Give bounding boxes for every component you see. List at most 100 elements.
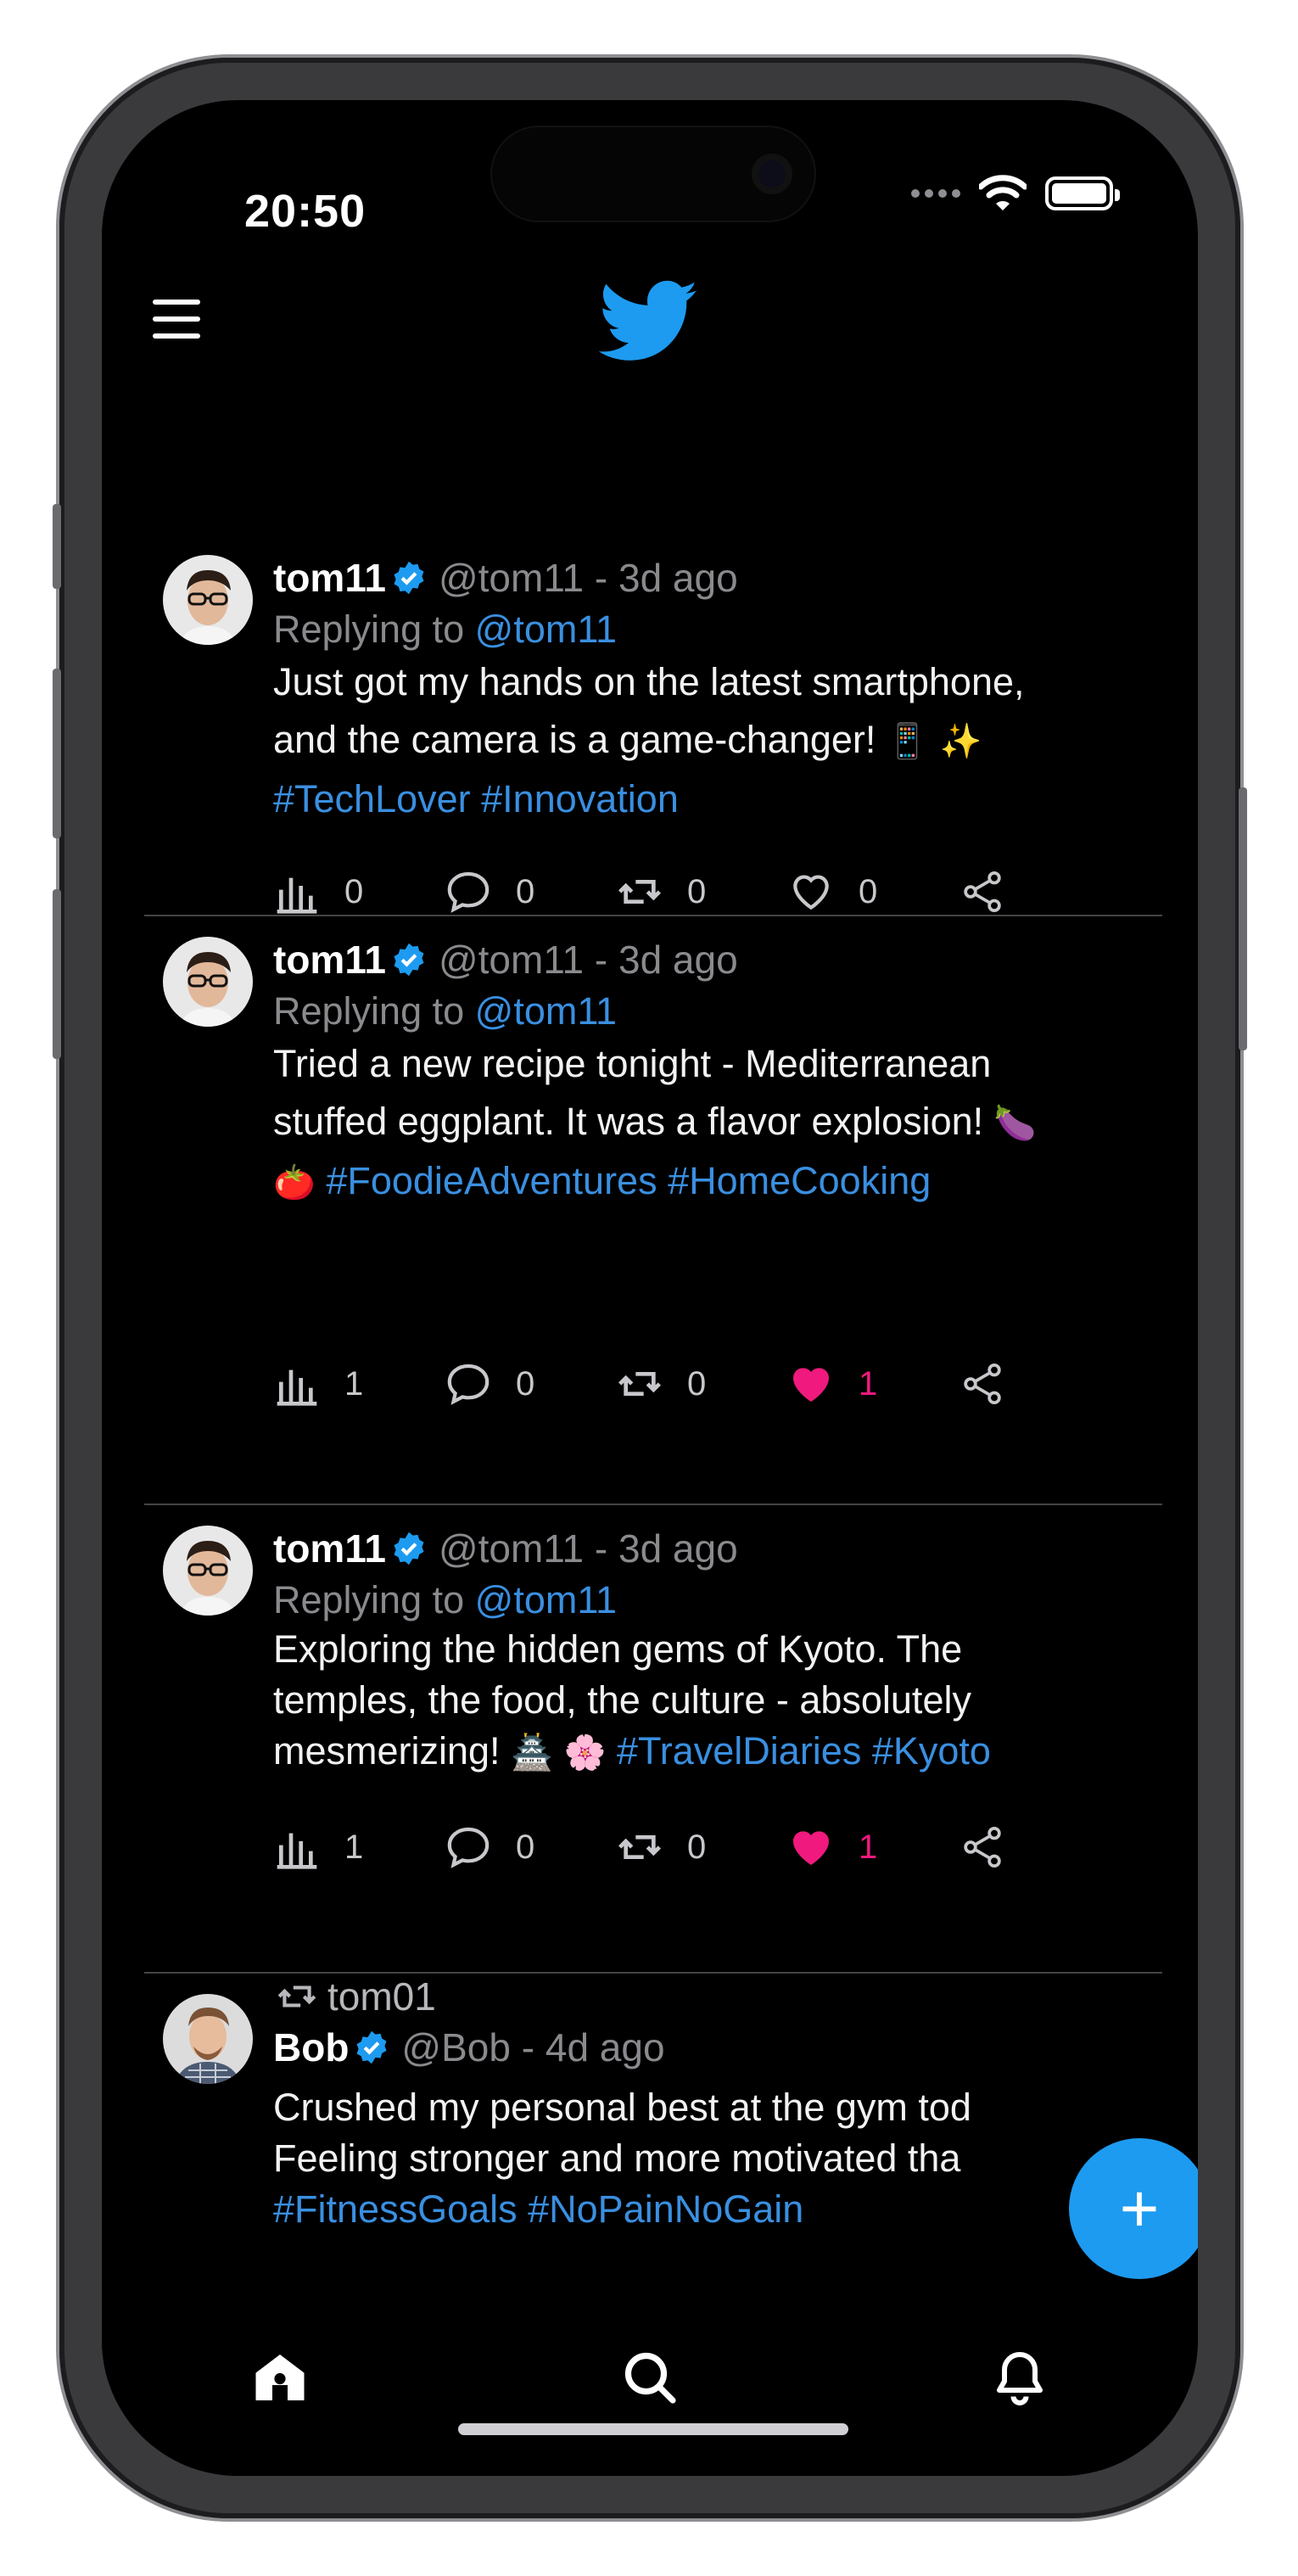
retweet-icon: [618, 1835, 661, 1859]
tweet-text-line: Crushed my personal best at the gym tod: [273, 2086, 971, 2129]
tweet-emoji: 📱 ✨: [886, 722, 982, 761]
tweet[interactable]: tom11 @tom11 - 3d ago Replying to @tom11…: [144, 916, 1162, 1505]
timestamp: 3d ago: [618, 1526, 738, 1571]
hashtag-links[interactable]: #FitnessGoals #NoPainNoGain: [273, 2187, 803, 2231]
reply-mention-link[interactable]: @tom11: [475, 1578, 617, 1621]
tweet-feed[interactable]: tom11 @tom11 - 3d ago Replying to @tom11…: [144, 440, 1162, 2279]
retweet-button[interactable]: 0: [616, 868, 787, 916]
heart-filled-icon: [793, 1368, 829, 1402]
author-name[interactable]: tom11: [273, 937, 386, 983]
bar-chart-icon: [277, 877, 317, 914]
views-button[interactable]: 1: [273, 1360, 445, 1408]
avatar[interactable]: [163, 555, 253, 645]
comment-icon: [447, 1364, 490, 1405]
views-button[interactable]: 1: [273, 1823, 445, 1871]
separator: -: [584, 556, 618, 600]
retweeted-by: tom01: [273, 1974, 1130, 2019]
hashtag-links[interactable]: #TechLover #Innovation: [273, 777, 679, 820]
avatar[interactable]: [163, 1526, 253, 1616]
like-count: 1: [859, 1828, 878, 1866]
author-name[interactable]: tom11: [273, 555, 386, 601]
twitter-bird-icon[interactable]: [599, 280, 699, 365]
tweet-header: tom11 @tom11 - 3d ago: [273, 1526, 1130, 1571]
author-name[interactable]: tom11: [273, 1526, 386, 1571]
volume-up-button: [53, 669, 61, 838]
like-button[interactable]: 1: [787, 1823, 959, 1871]
avatar[interactable]: [163, 1994, 253, 2084]
retweeted-by-name[interactable]: tom01: [327, 1974, 436, 2019]
screen: 20:50 tom11 @tom11 - 3d ago Replying to …: [102, 100, 1198, 2476]
tweet-text: Just got my hands on the latest smartpho…: [273, 653, 1130, 828]
comment-button[interactable]: 0: [445, 868, 616, 916]
tweet-text-line: and the camera is a game-changer!: [273, 718, 876, 761]
replying-to-label: Replying to: [273, 1578, 465, 1621]
author-handle: @Bob: [401, 2025, 511, 2069]
share-button[interactable]: [959, 1823, 1130, 1871]
reply-mention-link[interactable]: @tom11: [475, 989, 617, 1033]
verified-badge-icon: [394, 1532, 424, 1565]
tweet-emoji: 🍆: [993, 1104, 1037, 1143]
volume-down-button: [53, 889, 61, 1059]
views-button[interactable]: 0: [273, 868, 445, 916]
like-count: 1: [859, 1364, 878, 1403]
tweet[interactable]: tom11 @tom11 - 3d ago Replying to @tom11…: [144, 440, 1162, 916]
comment-button[interactable]: 0: [445, 1823, 616, 1871]
tweet[interactable]: tom01 Bob @Bob - 4d ago Crushed my perso…: [144, 1974, 1162, 2279]
phone-frame: 20:50 tom11 @tom11 - 3d ago Replying to …: [53, 58, 1247, 2518]
verified-badge-icon: [356, 2030, 387, 2064]
search-icon: [624, 2352, 676, 2404]
hashtag-links[interactable]: #FoodieAdventures #HomeCooking: [326, 1159, 931, 1202]
tweet-text-line: mesmerizing!: [273, 1729, 501, 1772]
nav-search[interactable]: [619, 2347, 680, 2408]
retweet-count: 0: [687, 872, 707, 910]
verified-badge-icon: [394, 561, 424, 595]
views-count: 0: [344, 872, 364, 910]
views-count: 1: [344, 1828, 364, 1866]
like-count: 0: [859, 872, 878, 910]
hamburger-icon: [153, 300, 200, 305]
author-handle: @tom11: [438, 1526, 585, 1571]
hashtag-links[interactable]: #TravelDiaries #Kyoto: [617, 1729, 991, 1772]
home-indicator[interactable]: [458, 2423, 848, 2435]
cellular-signal-icon: [911, 189, 960, 198]
retweet-icon: [277, 1985, 316, 2008]
retweet-button[interactable]: 0: [616, 1360, 787, 1408]
comment-count: 0: [516, 1364, 535, 1403]
nav-notifications[interactable]: [989, 2347, 1050, 2408]
wifi-icon: [979, 175, 1027, 210]
share-icon: [964, 1826, 1001, 1868]
avatar[interactable]: [163, 937, 253, 1027]
compose-tweet-button[interactable]: +: [1069, 2138, 1198, 2279]
like-button[interactable]: 1: [787, 1360, 959, 1408]
retweet-icon: [618, 1372, 661, 1396]
retweet-button[interactable]: 0: [616, 1823, 787, 1871]
power-button: [1239, 787, 1247, 1050]
share-icon: [964, 871, 1001, 913]
retweet-icon: [618, 880, 661, 904]
share-button[interactable]: [959, 868, 1130, 916]
comment-button[interactable]: 0: [445, 1360, 616, 1408]
status-icons: [911, 175, 1120, 212]
action-button: [53, 504, 61, 589]
bar-chart-icon: [277, 1369, 317, 1406]
timestamp: 3d ago: [618, 556, 738, 600]
replying-to-label: Replying to: [273, 608, 465, 651]
nav-home[interactable]: [249, 2347, 311, 2408]
tweet[interactable]: tom11 @tom11 - 3d ago Replying to @tom11…: [144, 1505, 1162, 1974]
reply-mention-link[interactable]: @tom11: [475, 608, 617, 651]
bar-chart-icon: [277, 1833, 317, 1869]
comment-count: 0: [516, 872, 535, 910]
tweet-text: Tried a new recipe tonight - Mediterrane…: [273, 1035, 1130, 1212]
author-name[interactable]: Bob: [273, 2024, 349, 2070]
menu-button[interactable]: [153, 300, 200, 339]
heart-outline-icon: [793, 875, 829, 910]
status-time: 20:50: [244, 186, 366, 237]
retweet-count: 0: [687, 1828, 707, 1866]
plus-icon: +: [1119, 2170, 1160, 2246]
heart-filled-icon: [793, 1831, 829, 1865]
tweet-header: tom11 @tom11 - 3d ago: [273, 555, 1130, 601]
tweet-text-line: stuffed eggplant. It was a flavor explos…: [273, 1100, 984, 1143]
like-button[interactable]: 0: [787, 868, 959, 916]
replying-to: Replying to @tom11: [273, 989, 1130, 1033]
share-button[interactable]: [959, 1360, 1130, 1408]
